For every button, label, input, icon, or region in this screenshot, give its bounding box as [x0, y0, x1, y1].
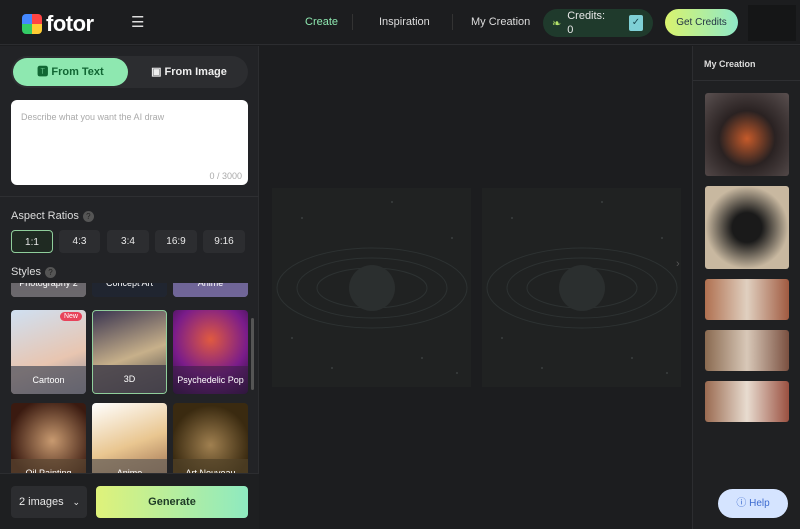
image-placeholder-2	[482, 188, 681, 387]
chevron-down-icon: ⌄	[72, 497, 80, 507]
creation-thumb[interactable]	[705, 330, 789, 371]
help-button[interactable]: ⓘ Help	[718, 489, 788, 518]
styles-scrollbar[interactable]	[251, 318, 254, 390]
aspect-4-3[interactable]: 4:3	[59, 230, 100, 253]
prompt-input[interactable]	[11, 100, 248, 160]
planet-icon	[486, 201, 678, 374]
top-bar: fotor ☰ Create Inspiration My Creation ❧…	[0, 0, 800, 45]
get-credits-button[interactable]: Get Credits	[665, 9, 738, 36]
image-icon: ▣	[151, 66, 165, 78]
creation-thumb[interactable]	[705, 381, 789, 422]
style-label: Anime	[92, 459, 167, 473]
chevron-right-icon[interactable]: ›	[676, 250, 692, 278]
help-icon[interactable]: ?	[82, 211, 94, 222]
style-art-nouveau[interactable]: Art Nouveau	[173, 403, 248, 473]
image-placeholder-1	[272, 188, 471, 387]
style-psychedelic-pop[interactable]: Psychedelic Pop	[173, 310, 248, 394]
creation-thumb[interactable]	[705, 186, 789, 269]
styles-grid: Photography 2 Concept Art Anime New Carto…	[11, 283, 251, 473]
style-anime-2[interactable]: Anime	[92, 403, 167, 473]
aspect-9-16[interactable]: 9:16	[203, 230, 245, 253]
char-count: 0 / 3000	[209, 171, 242, 181]
tab-label: From Text	[51, 66, 104, 78]
prompt-box: 0 / 3000	[11, 100, 248, 185]
style-label: Psychedelic Pop	[173, 366, 248, 394]
fotor-logo[interactable]: fotor	[22, 11, 94, 37]
tab-from-text[interactable]: 🆃 From Text	[13, 58, 128, 86]
style-oil-painting[interactable]: Oil Painting	[11, 403, 86, 473]
credits-value: 0	[567, 24, 574, 36]
credits-pill[interactable]: ❧ Credits: 0 ✓	[543, 9, 653, 37]
style-anime[interactable]: Anime	[173, 283, 248, 297]
style-label: Oil Painting	[11, 459, 86, 473]
style-label: Art Nouveau	[173, 459, 248, 473]
planet-icon	[276, 201, 468, 374]
help-label: Help	[749, 498, 770, 509]
style-photography-2[interactable]: Photography 2	[11, 283, 86, 297]
nav-create[interactable]: Create	[305, 16, 338, 28]
style-label: 3D	[93, 365, 166, 393]
generate-button[interactable]: Generate	[96, 486, 248, 518]
aspect-3-4[interactable]: 3:4	[107, 230, 149, 253]
hamburger-menu-icon[interactable]: ☰	[131, 13, 144, 31]
left-panel: 🆃 From Text ▣ From Image 0 / 3000 Aspect…	[0, 46, 259, 529]
styles-label: Styles?	[11, 266, 56, 278]
aspect-ratios-label: Aspect Ratios?	[11, 210, 94, 222]
creation-thumb[interactable]	[705, 279, 789, 320]
credits-label: Credits:	[567, 10, 606, 22]
logo-text: fotor	[46, 11, 94, 36]
help-icon[interactable]: ?	[44, 267, 56, 278]
logo-icon	[22, 14, 42, 34]
text-icon: 🆃	[37, 66, 52, 78]
image-count-select[interactable]: 2 images ⌄	[11, 486, 87, 518]
style-3d[interactable]: 3D	[92, 310, 167, 394]
avatar[interactable]	[748, 5, 796, 41]
my-creation-panel: My Creation	[692, 46, 800, 529]
nav-inspiration[interactable]: Inspiration	[379, 16, 430, 28]
style-cartoon[interactable]: New Cartoon	[11, 310, 86, 394]
creation-thumb[interactable]	[705, 93, 789, 176]
checklist-icon[interactable]: ✓	[629, 15, 643, 31]
image-count-value: 2 images	[19, 496, 64, 508]
style-label: Concept Art	[92, 283, 167, 297]
tab-from-image[interactable]: ▣ From Image	[132, 58, 246, 86]
leaf-icon: ❧	[552, 17, 562, 30]
style-label: Photography 2	[11, 283, 86, 297]
generate-bar: 2 images ⌄ Generate	[0, 473, 259, 529]
nav-my-creation[interactable]: My Creation	[471, 16, 530, 28]
aspect-1-1[interactable]: 1:1	[11, 230, 53, 253]
aspect-16-9[interactable]: 16:9	[155, 230, 197, 253]
new-badge: New	[59, 312, 82, 321]
style-label: Cartoon	[11, 366, 86, 394]
style-label: Anime	[173, 283, 248, 297]
my-creation-title: My Creation	[704, 59, 756, 69]
tab-label: From Image	[164, 66, 227, 78]
style-concept-art[interactable]: Concept Art	[92, 283, 167, 297]
mode-switch: 🆃 From Text ▣ From Image	[11, 56, 248, 88]
help-circle-icon: ⓘ	[736, 498, 750, 509]
